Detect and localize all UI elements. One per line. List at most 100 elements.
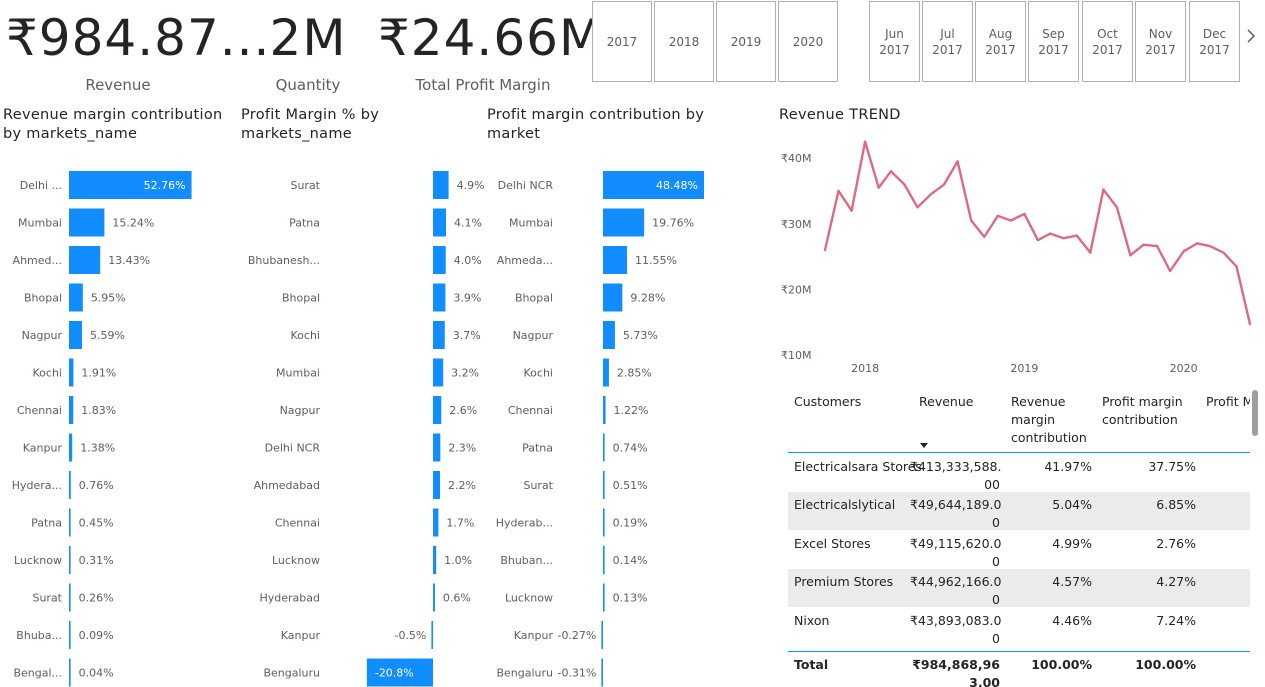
table-row[interactable]: Electricalslytical ₹49,644,189.0 0 5.04% …	[788, 492, 1250, 530]
bar[interactable]	[603, 208, 645, 237]
bar[interactable]	[603, 546, 605, 574]
bar[interactable]	[603, 471, 605, 499]
bar[interactable]	[69, 658, 71, 687]
data-point[interactable]	[942, 183, 946, 186]
bar[interactable]	[433, 471, 440, 499]
month-slicer-jul-2017[interactable]: Jul 2017	[922, 1, 973, 82]
header-customers[interactable]: Customers	[794, 393, 861, 411]
bar[interactable]	[433, 508, 439, 537]
bar[interactable]	[433, 321, 445, 349]
data-point[interactable]	[1023, 212, 1026, 216]
bar[interactable]	[433, 358, 444, 387]
bar[interactable]	[69, 321, 82, 349]
month-slicer-sep-2017[interactable]: Sep 2017	[1028, 1, 1079, 82]
table-row[interactable]: Electricalsara Stores ₹413,333,588. 00 41…	[788, 454, 1250, 492]
month-slicer-oct-2017[interactable]: Oct 2017	[1082, 1, 1133, 82]
bar[interactable]	[601, 621, 603, 649]
header-revenue[interactable]: Revenue	[919, 393, 973, 411]
bar[interactable]	[603, 508, 605, 537]
bar[interactable]	[69, 621, 71, 649]
bar[interactable]	[603, 433, 605, 462]
year-slicer-2018[interactable]: 2018	[654, 1, 714, 82]
bar[interactable]	[603, 246, 628, 274]
data-point[interactable]	[1075, 234, 1078, 237]
data-point[interactable]	[1222, 251, 1225, 254]
data-point[interactable]	[983, 235, 986, 239]
table-total-row: Total ₹984,868,96 3.00 100.00% 100.00%	[788, 651, 1250, 687]
data-point[interactable]	[1036, 238, 1040, 242]
data-point[interactable]	[1129, 254, 1132, 257]
data-point[interactable]	[1235, 265, 1238, 268]
data-point[interactable]	[903, 183, 906, 186]
bar[interactable]	[603, 358, 609, 387]
data-point[interactable]	[1182, 250, 1185, 253]
header-profit-m[interactable]: Profit M	[1206, 393, 1250, 411]
data-label: 0.31%	[79, 554, 114, 567]
bar[interactable]	[433, 433, 441, 462]
table-row[interactable]: Nixon ₹43,893,083.0 0 4.46% 7.24%	[788, 608, 1250, 646]
header-profit-margin-contribution[interactable]: Profit margin contribution	[1102, 393, 1183, 429]
data-point[interactable]	[1168, 269, 1172, 273]
bar[interactable]	[69, 433, 73, 462]
month-slicer-jun-2017[interactable]: Jun 2017	[869, 1, 920, 82]
sort-descending-icon[interactable]	[920, 443, 928, 448]
data-point[interactable]	[916, 206, 919, 209]
bar[interactable]	[601, 658, 603, 687]
bar[interactable]	[433, 396, 442, 424]
category-label: Mumbai	[276, 367, 320, 380]
bar[interactable]	[69, 546, 71, 574]
revenue-series-line[interactable]	[823, 140, 1252, 325]
bar[interactable]	[433, 283, 446, 312]
bar[interactable]	[603, 321, 615, 349]
bar[interactable]	[603, 283, 623, 312]
data-point[interactable]	[1102, 188, 1105, 191]
bar[interactable]	[69, 283, 83, 312]
data-point[interactable]	[1208, 244, 1212, 248]
data-point[interactable]	[850, 209, 853, 212]
data-point[interactable]	[889, 170, 893, 173]
table-row[interactable]: Premium Stores ₹44,962,166.0 0 4.57% 4.27…	[788, 569, 1250, 607]
bar[interactable]	[433, 208, 447, 237]
bar[interactable]	[69, 246, 101, 274]
bar[interactable]	[433, 171, 449, 199]
data-point[interactable]	[1009, 219, 1013, 222]
data-point[interactable]	[1248, 322, 1252, 326]
data-point[interactable]	[823, 248, 827, 252]
month-slicer-dec-2017[interactable]: Dec 2017	[1189, 1, 1240, 82]
year-slicer-2017[interactable]: 2017	[592, 1, 652, 82]
table-row[interactable]: Excel Stores ₹49,115,620.0 0 4.99% 2.76%	[788, 531, 1250, 569]
table-scrollbar[interactable]	[1252, 390, 1258, 436]
bar[interactable]	[69, 396, 74, 424]
bar[interactable]	[431, 621, 433, 649]
data-point[interactable]	[1048, 232, 1052, 235]
bar[interactable]	[69, 471, 71, 499]
bar[interactable]	[69, 208, 105, 237]
data-point[interactable]	[996, 214, 999, 218]
data-point[interactable]	[1115, 206, 1119, 209]
month-slicer-aug-2017[interactable]: Aug 2017	[975, 1, 1026, 82]
bar[interactable]	[69, 508, 71, 537]
bar[interactable]	[433, 546, 437, 574]
data-point[interactable]	[863, 140, 867, 143]
data-point[interactable]	[969, 219, 973, 222]
data-point[interactable]	[1142, 243, 1145, 246]
data-point[interactable]	[837, 189, 840, 193]
chevron-right-icon[interactable]	[1246, 28, 1256, 44]
bar[interactable]	[433, 583, 435, 612]
data-point[interactable]	[1196, 242, 1199, 245]
data-point[interactable]	[1155, 244, 1159, 248]
bar[interactable]	[69, 358, 74, 387]
month-slicer-nov-2017[interactable]: Nov 2017	[1135, 1, 1186, 82]
data-point[interactable]	[929, 193, 933, 196]
header-revenue-margin-contribution[interactable]: Revenue margin contribution	[1011, 393, 1087, 447]
year-slicer-2019[interactable]: 2019	[716, 1, 776, 82]
year-slicer-2020[interactable]: 2020	[778, 1, 838, 82]
data-point[interactable]	[1062, 236, 1065, 240]
data-point[interactable]	[1089, 251, 1092, 254]
bar[interactable]	[433, 246, 446, 274]
bar[interactable]	[603, 396, 606, 424]
data-point[interactable]	[877, 186, 880, 189]
bar[interactable]	[603, 583, 605, 612]
data-point[interactable]	[956, 160, 959, 163]
bar[interactable]	[69, 583, 71, 612]
